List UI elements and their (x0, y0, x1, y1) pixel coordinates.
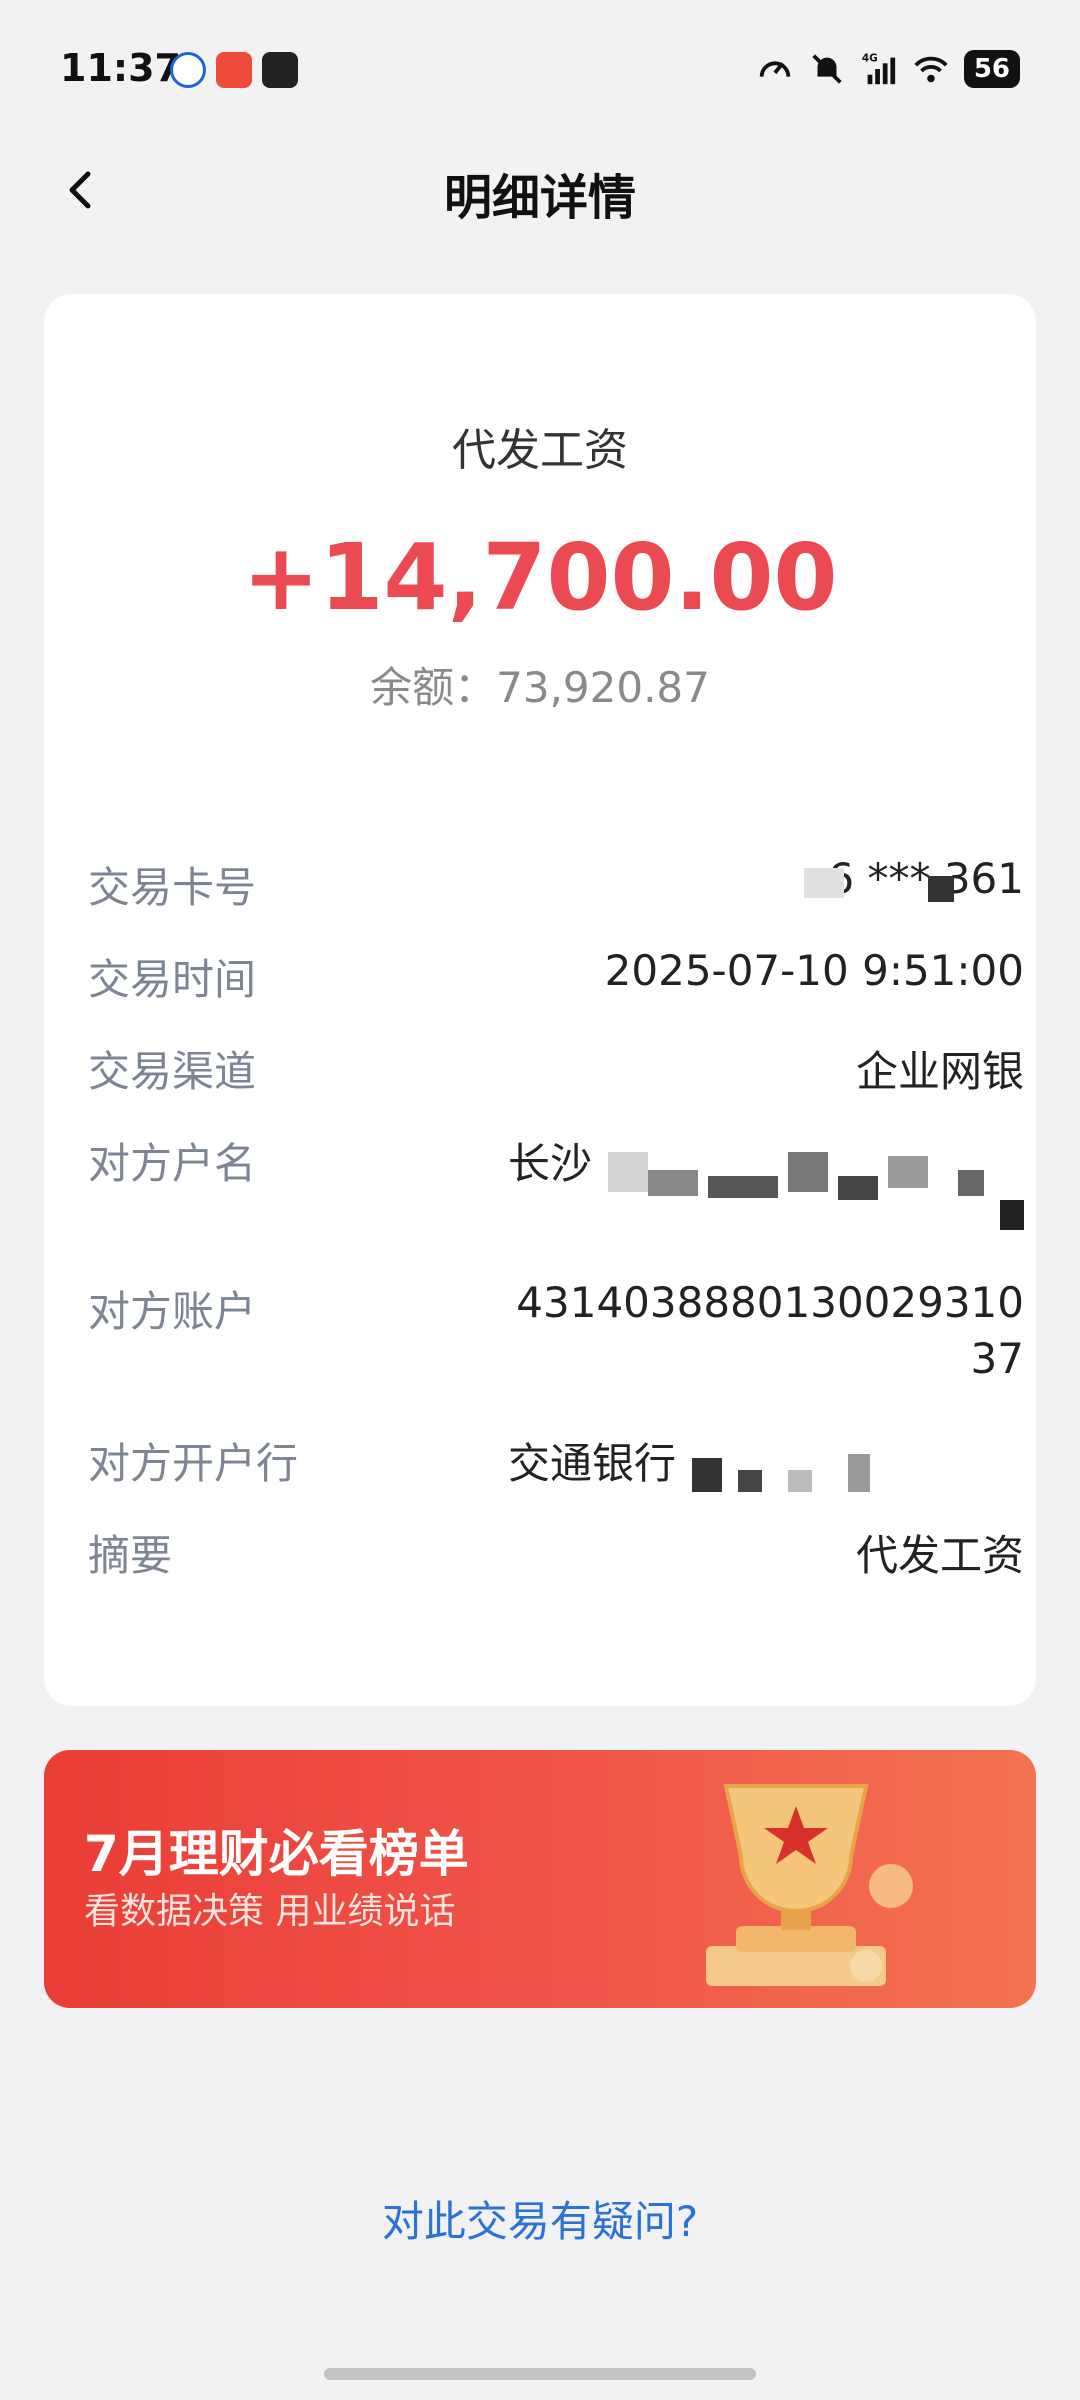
mute-bell-icon (812, 54, 842, 84)
detail-value: 6 *** 361 (827, 854, 1024, 903)
banner-subtitle: 看数据决策 用业绩说话 (84, 1891, 456, 1932)
detail-label: 对方户名 (88, 1139, 257, 1188)
status-time: 11:37 (60, 46, 181, 90)
detail-label: 摘要 (88, 1531, 173, 1580)
redaction-mosaic (888, 1156, 928, 1188)
detail-value: 4314038880130029310 (516, 1278, 1024, 1327)
redaction-mosaic (708, 1176, 778, 1198)
speedometer-icon (759, 61, 791, 77)
detail-value: 交通银行 (508, 1439, 677, 1488)
svg-text:4G: 4G (862, 52, 878, 64)
redaction-mosaic (848, 1454, 870, 1492)
detail-row-time: 交易时间 2025-07-10 9:51:00 (88, 946, 1024, 1006)
detail-value: 2025-07-10 9:51:00 (604, 946, 1024, 995)
redaction-mosaic (804, 868, 844, 898)
redaction-mosaic (838, 1176, 878, 1200)
redaction-mosaic (1000, 1200, 1024, 1230)
detail-label: 交易卡号 (88, 863, 257, 912)
detail-row-summary: 摘要 代发工资 (88, 1522, 1024, 1582)
battery-indicator: 56 (963, 50, 1020, 88)
account-balance: 余额：73,920.87 (370, 663, 710, 712)
redaction-mosaic (958, 1170, 984, 1196)
banner-title: 7月理财必看榜单 (84, 1825, 469, 1883)
redaction-mosaic (738, 1470, 762, 1492)
trophy-icon (706, 1784, 913, 1986)
detail-value: 长沙 (508, 1139, 593, 1188)
transaction-amount: +14,700.00 (242, 524, 838, 631)
detail-label: 交易时间 (88, 955, 257, 1004)
redaction-mosaic (788, 1152, 828, 1192)
transaction-question-link[interactable]: 对此交易有疑问? (0, 2188, 1080, 2249)
transaction-detail-card: 代发工资 +14,700.00 余额：73,920.87 交易卡号 6 *** … (44, 294, 1036, 1706)
detail-row-counterparty-account: 对方账户 4314038880130029310 37 (88, 1278, 1024, 1398)
status-bar: 11:37 4G 56 (0, 0, 1080, 140)
detail-row-card-number: 交易卡号 6 *** 361 (88, 854, 1024, 914)
redaction-mosaic (608, 1152, 648, 1192)
transaction-type: 代发工资 (452, 425, 628, 476)
detail-label: 交易渠道 (88, 1047, 257, 1096)
redaction-mosaic (928, 876, 954, 902)
page-title: 明细详情 (443, 170, 636, 226)
redaction-mosaic (648, 1170, 698, 1196)
detail-row-counterparty-name: 对方户名 长沙 (88, 1130, 1024, 1250)
detail-row-channel: 交易渠道 企业网银 (88, 1038, 1024, 1098)
detail-row-counterparty-bank: 对方开户行 交通银行 (88, 1430, 1024, 1500)
promo-banner[interactable]: 7月理财必看榜单 看数据决策 用业绩说话 (44, 1750, 1036, 2008)
detail-value: 代发工资 (855, 1531, 1024, 1580)
detail-label: 对方开户行 (88, 1439, 299, 1488)
signal-4g-icon: 4G (862, 52, 895, 85)
app-notification-icon (262, 52, 298, 88)
nav-bar: 明细详情 (0, 140, 1080, 240)
home-indicator (324, 2368, 756, 2380)
detail-value-continued: 37 (970, 1334, 1024, 1383)
status-right-icons: 4G 56 (756, 50, 1020, 88)
redaction-mosaic (788, 1470, 812, 1492)
redaction-mosaic (692, 1458, 722, 1492)
status-app-icons (170, 52, 298, 88)
detail-value: 企业网银 (855, 1047, 1024, 1096)
detail-label: 对方账户 (88, 1287, 257, 1336)
wifi-icon (914, 56, 948, 83)
app-notification-icon (170, 52, 206, 88)
app-notification-icon (216, 52, 252, 88)
